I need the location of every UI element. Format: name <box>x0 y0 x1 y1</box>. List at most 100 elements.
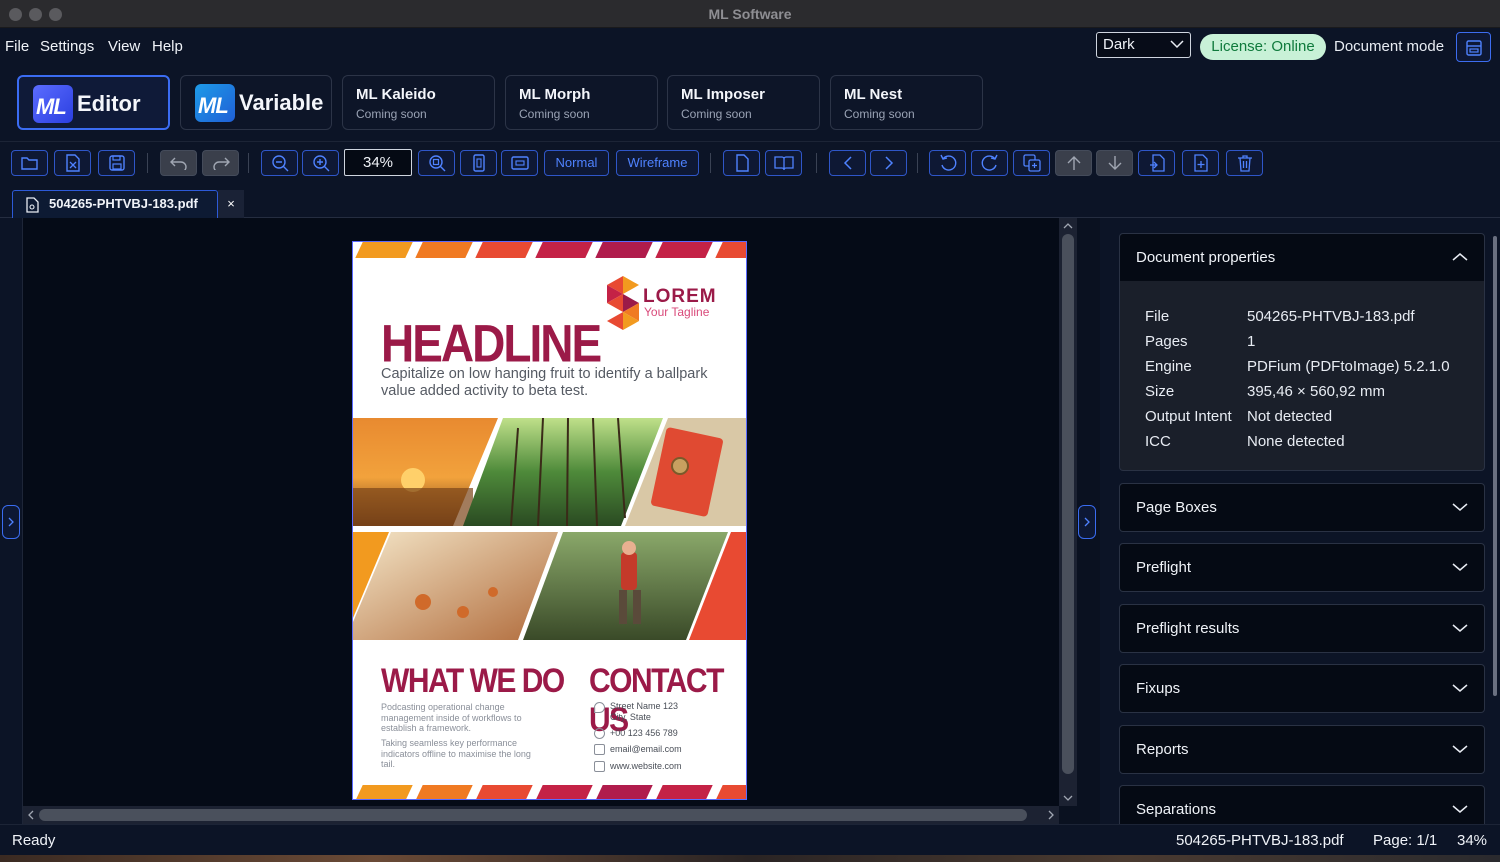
location-pin-icon <box>594 702 605 713</box>
theme-select-value: Dark <box>1103 36 1135 53</box>
accordion-fixups[interactable]: Fixups <box>1119 664 1485 713</box>
arrow-down-icon <box>1108 156 1121 170</box>
accordion-fixups-title: Fixups <box>1136 680 1181 697</box>
accordion-preflight[interactable]: Preflight <box>1119 543 1485 592</box>
left-panel-rail <box>0 218 23 824</box>
theme-select[interactable]: Dark <box>1096 32 1191 58</box>
contact-email: email@email.com <box>610 744 682 754</box>
right-panel-rail <box>1077 218 1100 824</box>
rotate-right-button[interactable] <box>971 150 1008 176</box>
stripe <box>355 242 413 258</box>
app-tile-nest[interactable]: ML Nest Coming soon <box>830 75 983 130</box>
accordion-reports[interactable]: Reports <box>1119 725 1485 774</box>
contact-address-line-2: City, State <box>610 712 651 722</box>
fit-page-button[interactable] <box>460 150 497 176</box>
menu-view[interactable]: View <box>108 38 140 55</box>
panel-scrollbar-thumb[interactable] <box>1493 236 1497 696</box>
prop-file-key: File <box>1145 308 1170 325</box>
accordion-document-properties-title: Document properties <box>1136 249 1276 266</box>
app-tile-kaleido-status: Coming soon <box>356 107 427 121</box>
zoom-in-button[interactable] <box>302 150 339 176</box>
collapse-right-panel-button[interactable] <box>1078 505 1096 539</box>
redo-icon <box>212 157 230 170</box>
zoom-out-button[interactable] <box>261 150 298 176</box>
delete-page-button[interactable] <box>1226 150 1263 176</box>
accordion-separations[interactable]: Separations <box>1119 785 1485 824</box>
close-tab-button[interactable]: × <box>218 190 244 218</box>
email-icon <box>594 744 605 755</box>
what-we-do-paragraph-1: Podcasting operational change management… <box>381 702 522 733</box>
app-tile-editor-label: Editor <box>77 91 141 116</box>
app-tile-kaleido[interactable]: ML Kaleido Coming soon <box>342 75 495 130</box>
fit-page-icon <box>472 154 485 172</box>
document-mode-label: Document mode <box>1334 38 1445 55</box>
duplicate-icon <box>1022 154 1041 172</box>
app-tile-morph-status: Coming soon <box>519 107 590 121</box>
zoom-level-field[interactable]: 34% <box>344 149 412 176</box>
duplicate-page-button[interactable] <box>1013 150 1050 176</box>
close-file-button[interactable] <box>54 150 91 176</box>
pdf-page[interactable]: LOREM Your Tagline HEADLINE Capitalize o… <box>352 241 747 800</box>
status-zoom: 34% <box>1457 832 1488 849</box>
horizontal-scrollbar[interactable] <box>23 806 1059 824</box>
open-file-button[interactable] <box>11 150 48 176</box>
accordion-preflight-results[interactable]: Preflight results <box>1119 604 1485 653</box>
vertical-scrollbar[interactable] <box>1059 218 1077 806</box>
accordion-reports-title: Reports <box>1136 741 1189 758</box>
status-page: Page: 1/1 <box>1373 832 1438 849</box>
document-tab[interactable]: 504265-PHTVBJ-183.pdf <box>12 190 218 218</box>
contact-website: www.website.com <box>610 761 682 771</box>
document-mode-button[interactable] <box>1456 32 1491 62</box>
toolbar-separator <box>710 153 711 173</box>
vertical-scrollbar-thumb[interactable] <box>1062 234 1074 774</box>
single-page-button[interactable] <box>723 150 760 176</box>
fit-width-button[interactable] <box>501 150 538 176</box>
stripe <box>715 785 746 799</box>
app-tile-morph[interactable]: ML Morph Coming soon <box>505 75 658 130</box>
rotate-left-button[interactable] <box>929 150 966 176</box>
photo-collage-row-2 <box>353 532 746 640</box>
license-status-badge: License: Online <box>1200 34 1326 60</box>
accordion-document-properties[interactable]: Document properties <box>1119 233 1485 282</box>
page-viewport[interactable]: LOREM Your Tagline HEADLINE Capitalize o… <box>23 218 1059 806</box>
view-wireframe-button[interactable]: Wireframe <box>616 150 699 176</box>
move-page-down-button[interactable] <box>1096 150 1133 176</box>
rotate-right-icon <box>981 154 998 171</box>
stripe <box>535 785 593 799</box>
expand-left-panel-button[interactable] <box>2 505 20 539</box>
status-filename: 504265-PHTVBJ-183.pdf <box>1176 832 1344 849</box>
next-page-button[interactable] <box>870 150 907 176</box>
menu-settings[interactable]: Settings <box>40 38 94 55</box>
collage-row-2-image <box>353 532 746 640</box>
menu-bar: File Settings View Help Dark License: On… <box>0 28 1500 68</box>
book-open-icon <box>773 156 794 171</box>
previous-page-button[interactable] <box>829 150 866 176</box>
app-tile-imposer[interactable]: ML Imposer Coming soon <box>667 75 820 130</box>
spread-view-button[interactable] <box>765 150 802 176</box>
app-tile-editor[interactable]: ML Editor <box>17 75 170 130</box>
extract-page-button[interactable] <box>1138 150 1175 176</box>
redo-button[interactable] <box>202 150 239 176</box>
app-tile-variable[interactable]: ML Variable <box>180 75 332 130</box>
folder-open-icon <box>20 157 38 170</box>
undo-button[interactable] <box>160 150 197 176</box>
accordion-page-boxes[interactable]: Page Boxes <box>1119 483 1485 532</box>
view-normal-button[interactable]: Normal <box>544 150 609 176</box>
menu-file[interactable]: File <box>5 38 29 55</box>
insert-page-button[interactable] <box>1182 150 1219 176</box>
photo-collage-row-1 <box>353 418 746 526</box>
horizontal-scrollbar-thumb[interactable] <box>39 809 1027 821</box>
document-properties-body: File 504265-PHTVBJ-183.pdf Pages 1 Engin… <box>1119 281 1485 471</box>
save-button[interactable] <box>98 150 135 176</box>
prop-output-intent-value: Not detected <box>1247 408 1333 425</box>
chevron-right-icon <box>8 517 14 527</box>
prop-engine-key: Engine <box>1145 358 1192 375</box>
accordion-preflight-results-title: Preflight results <box>1136 620 1240 637</box>
document-canvas-area: LOREM Your Tagline HEADLINE Capitalize o… <box>0 218 1100 824</box>
move-page-up-button[interactable] <box>1055 150 1092 176</box>
properties-panel: Document properties File 504265-PHTVBJ-1… <box>1100 218 1500 824</box>
desktop-edge <box>0 855 1500 862</box>
zoom-actual-button[interactable] <box>418 150 455 176</box>
chevron-left-icon <box>843 156 852 170</box>
menu-help[interactable]: Help <box>152 38 183 55</box>
